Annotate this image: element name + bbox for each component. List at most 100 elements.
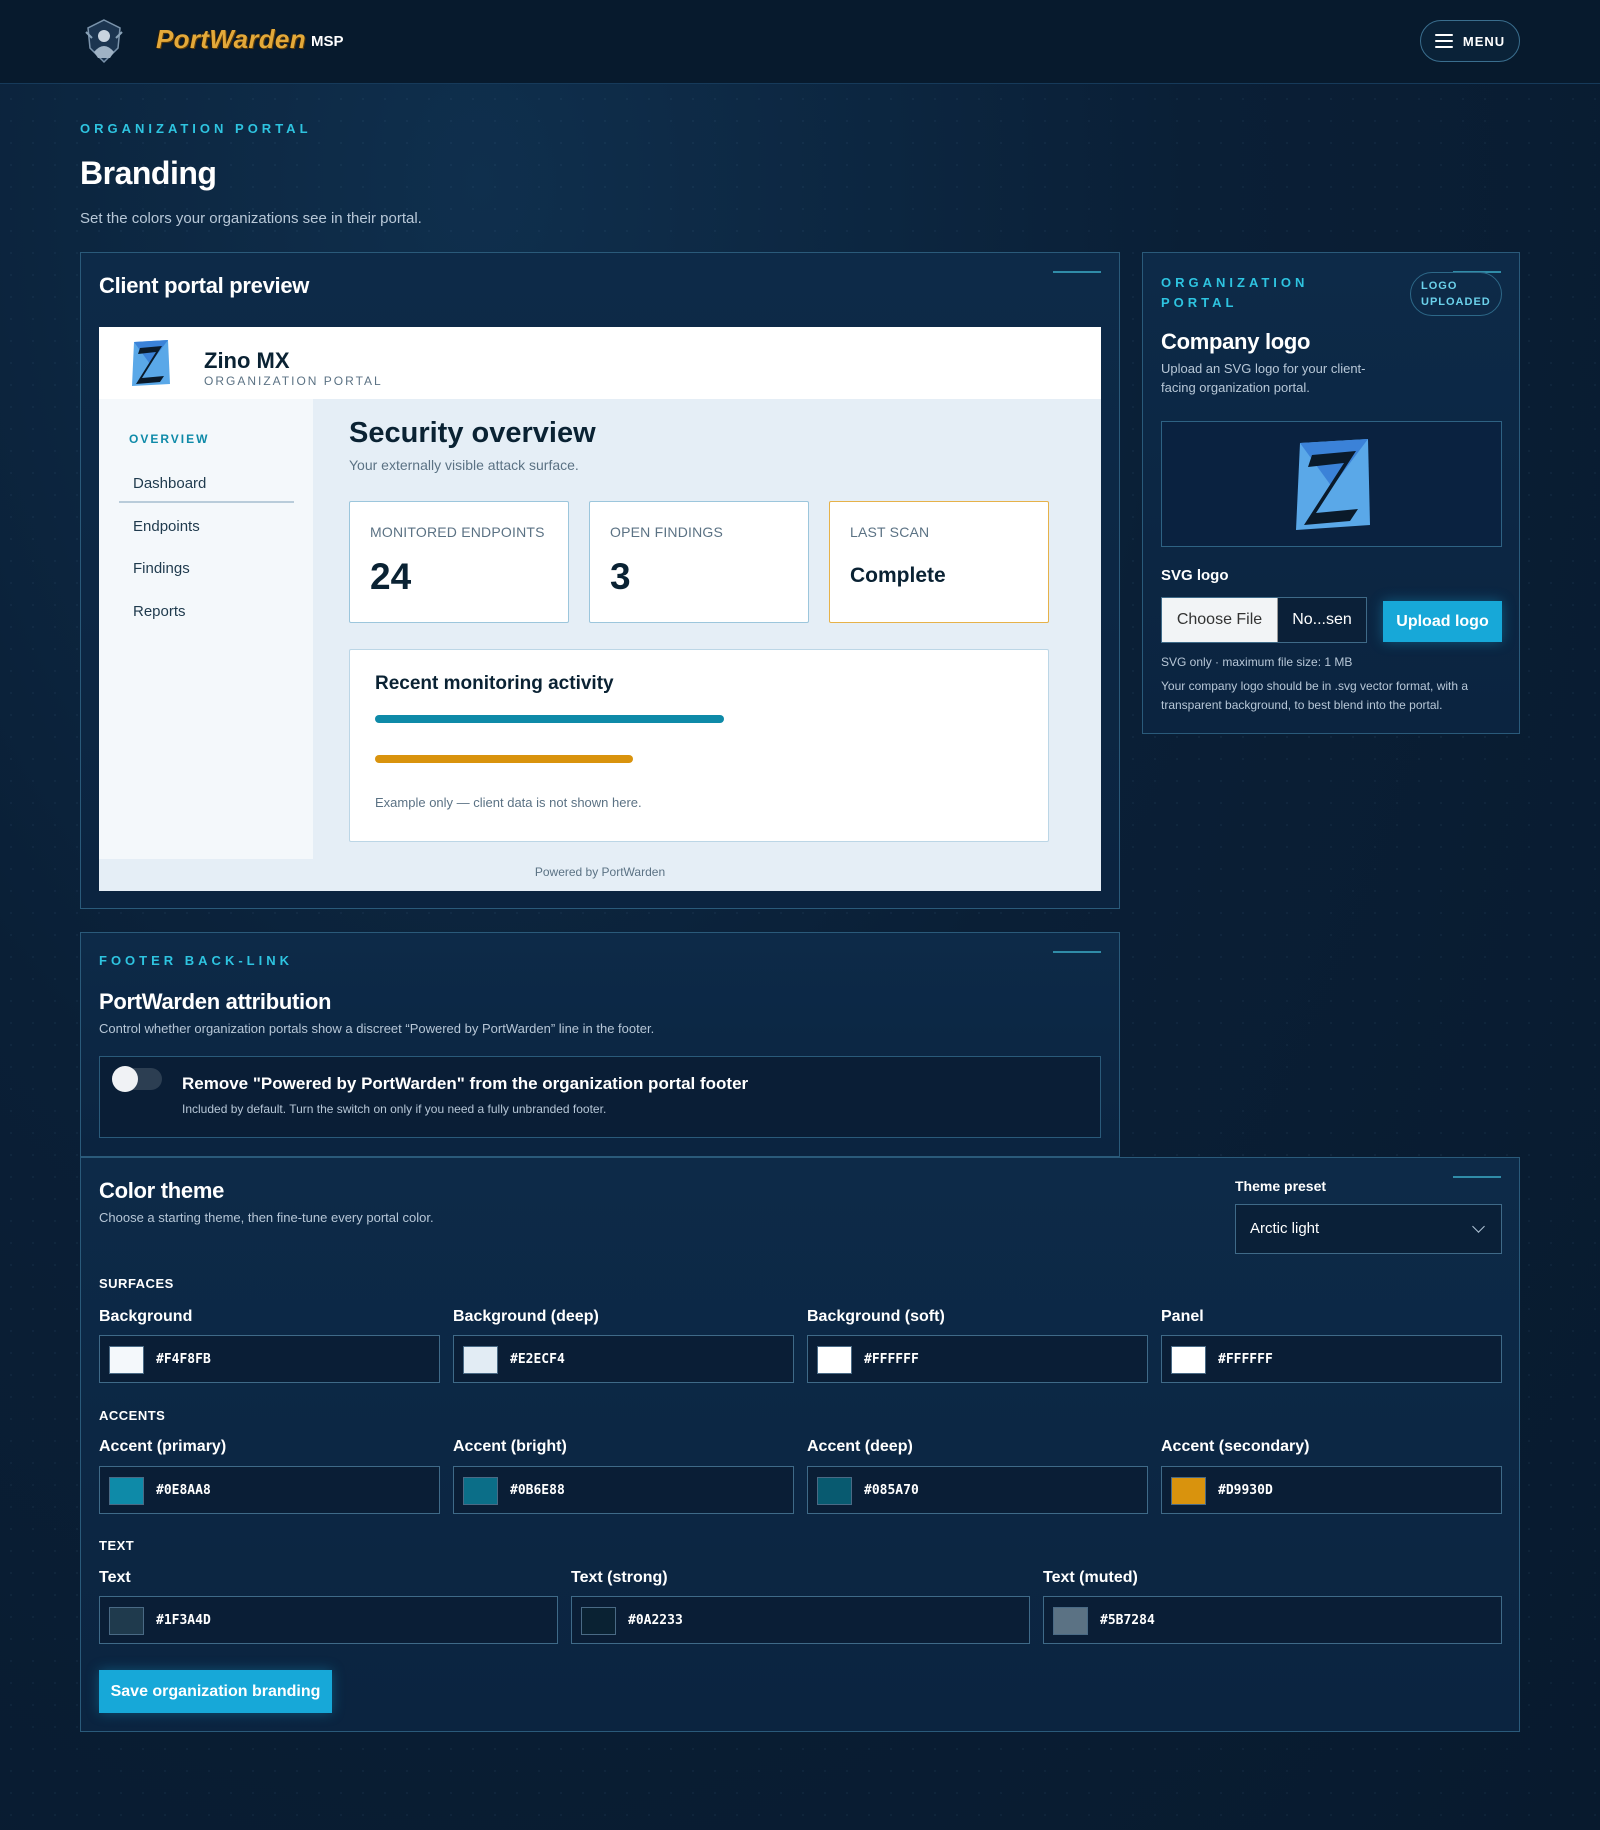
svg-file-input[interactable]: Choose File No...sen	[1161, 597, 1367, 643]
color-label-accent-deep: Accent (deep)	[807, 1438, 913, 1455]
color-label-background: Background	[99, 1308, 193, 1325]
color-swatch[interactable]	[463, 1346, 498, 1374]
color-swatch[interactable]	[581, 1607, 616, 1635]
logo-preview-box	[1161, 421, 1502, 547]
choose-file-button[interactable]: Choose File	[1162, 598, 1278, 642]
color-label-text-strong: Text (strong)	[571, 1569, 668, 1586]
portal-header: Zino MX ORGANIZATION PORTAL	[99, 327, 1101, 399]
stat-value: 3	[610, 556, 631, 597]
menu-button-label: MENU	[1462, 33, 1506, 49]
color-swatch[interactable]	[109, 1346, 144, 1374]
stat-label: MONITORED ENDPOINTS	[370, 524, 545, 540]
activity-bar-secondary	[375, 755, 633, 763]
remove-attribution-row: Remove "Powered by PortWarden" from the …	[99, 1056, 1101, 1138]
color-label-text-muted: Text (muted)	[1043, 1569, 1138, 1586]
color-swatch[interactable]	[817, 1346, 852, 1374]
color-hex-value: #0E8AA8	[156, 1483, 211, 1498]
color-hex-value: #0A2233	[628, 1613, 683, 1628]
toggle-subtitle: Included by default. Turn the switch on …	[182, 1102, 607, 1116]
color-label-text: Text	[99, 1569, 131, 1586]
top-navigation-bar: PortWarden MSP MENU	[0, 0, 1600, 84]
remove-attribution-toggle[interactable]	[112, 1066, 162, 1092]
brand-logo-text[interactable]: PortWarden	[156, 24, 306, 55]
portal-sidebar: OVERVIEW Dashboard Endpoints Findings Re…	[99, 399, 313, 859]
portal-nav-endpoints[interactable]: Endpoints	[133, 518, 200, 535]
toggle-knob	[112, 1066, 138, 1092]
color-hex-value: #085A70	[864, 1483, 919, 1498]
color-theme-panel: Color theme Choose a starting theme, the…	[80, 1157, 1520, 1732]
color-field-background-deep[interactable]: #E2ECF4	[453, 1335, 794, 1383]
save-branding-button[interactable]: Save organization branding	[99, 1670, 332, 1713]
upload-description: Your company logo should be in .svg vect…	[1161, 679, 1469, 712]
color-hex-value: #0B6E88	[510, 1483, 565, 1498]
page-subtitle: Set the colors your organizations see in…	[80, 210, 422, 227]
svg-logo-label: SVG logo	[1161, 567, 1229, 584]
stat-value: Complete	[850, 564, 946, 587]
selected-file-name: No...sen	[1292, 611, 1352, 628]
portal-nav-reports[interactable]: Reports	[133, 603, 186, 620]
upload-logo-button[interactable]: Upload logo	[1383, 601, 1502, 642]
portal-nav-dashboard[interactable]: Dashboard	[133, 475, 206, 492]
portal-preview: Zino MX ORGANIZATION PORTAL OVERVIEW Das…	[99, 327, 1101, 891]
color-theme-subtitle: Choose a starting theme, then fine-tune …	[99, 1210, 434, 1225]
color-field-accent-secondary[interactable]: #D9930D	[1161, 1466, 1502, 1514]
color-hex-value: #FFFFFF	[864, 1352, 919, 1367]
color-field-text-muted[interactable]: #5B7284	[1043, 1596, 1502, 1644]
color-swatch[interactable]	[817, 1477, 852, 1505]
stat-label: OPEN FINDINGS	[610, 524, 724, 540]
logo-panel-subtitle: Upload an SVG logo for your client-facin…	[1161, 361, 1366, 395]
color-label-accent-secondary: Accent (secondary)	[1161, 1438, 1310, 1455]
stat-card-open-findings: OPEN FINDINGS 3	[589, 501, 809, 623]
portal-nav-eyebrow: OVERVIEW	[129, 432, 210, 446]
group-label-surfaces: SURFACES	[99, 1276, 174, 1291]
color-hex-value: #5B7284	[1100, 1613, 1155, 1628]
color-label-accent-bright: Accent (bright)	[453, 1438, 567, 1455]
color-field-text[interactable]: #1F3A4D	[99, 1596, 558, 1644]
color-field-background[interactable]: #F4F8FB	[99, 1335, 440, 1383]
portwarden-emblem-icon[interactable]	[82, 18, 126, 64]
color-field-accent-bright[interactable]: #0B6E88	[453, 1466, 794, 1514]
color-hex-value: #E2ECF4	[510, 1352, 565, 1367]
color-swatch[interactable]	[1053, 1607, 1088, 1635]
color-field-accent-primary[interactable]: #0E8AA8	[99, 1466, 440, 1514]
portal-org-name: Zino MX	[204, 348, 290, 373]
menu-button[interactable]: MENU	[1420, 20, 1520, 62]
stat-card-monitored-endpoints: MONITORED ENDPOINTS 24	[349, 501, 569, 623]
theme-preset-value: Arctic light	[1250, 1220, 1320, 1237]
nav-divider	[119, 501, 294, 503]
portal-main-subtitle: Your externally visible attack surface.	[349, 457, 579, 473]
stat-value: 24	[370, 556, 412, 597]
color-swatch[interactable]	[1171, 1477, 1206, 1505]
company-logo-image	[1296, 439, 1370, 530]
logo-panel-eyebrow: ORGANIZATION PORTAL	[1161, 275, 1309, 310]
chevron-down-icon	[1472, 1220, 1485, 1233]
portal-powered-by: Powered by PortWarden	[534, 865, 666, 879]
portal-main-title: Security overview	[349, 417, 596, 449]
portal-nav-findings[interactable]: Findings	[133, 560, 190, 577]
color-label-panel: Panel	[1161, 1308, 1204, 1325]
corner-accent-line	[1053, 271, 1101, 273]
footer-panel-title: PortWarden attribution	[99, 989, 332, 1014]
brand-suffix: MSP	[311, 33, 344, 50]
color-hex-value: #D9930D	[1218, 1483, 1273, 1498]
activity-note: Example only — client data is not shown …	[375, 795, 642, 810]
footer-backlink-panel: FOOTER BACK-LINK PortWarden attribution …	[80, 932, 1120, 1157]
color-swatch[interactable]	[463, 1477, 498, 1505]
color-swatch[interactable]	[109, 1477, 144, 1505]
theme-preset-select[interactable]: Arctic light	[1235, 1204, 1502, 1254]
corner-accent-line	[1453, 1176, 1501, 1178]
color-field-text-strong[interactable]: #0A2233	[571, 1596, 1030, 1644]
portal-org-subtitle: ORGANIZATION PORTAL	[204, 374, 383, 388]
logo-uploaded-badge: LOGO UPLOADED	[1410, 272, 1502, 316]
color-swatch[interactable]	[1171, 1346, 1206, 1374]
zino-logo-icon	[132, 340, 170, 386]
color-field-accent-deep[interactable]: #085A70	[807, 1466, 1148, 1514]
company-logo-panel: ORGANIZATION PORTAL LOGO UPLOADED Compan…	[1142, 252, 1520, 734]
color-theme-title: Color theme	[99, 1178, 225, 1203]
color-field-background-soft[interactable]: #FFFFFF	[807, 1335, 1148, 1383]
color-swatch[interactable]	[109, 1607, 144, 1635]
hamburger-icon	[1434, 34, 1453, 48]
color-field-panel[interactable]: #FFFFFF	[1161, 1335, 1502, 1383]
corner-accent-line	[1053, 951, 1101, 953]
client-portal-preview-panel: Client portal preview Zino MX ORGANIZATI…	[80, 252, 1120, 909]
